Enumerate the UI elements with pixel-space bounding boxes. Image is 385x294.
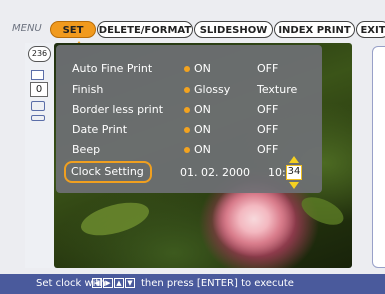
radio-selected-icon (184, 107, 190, 113)
radio-selected-icon (184, 147, 190, 153)
setting-label-border-less-print: Border less print (72, 103, 164, 116)
paper-icon (31, 70, 44, 80)
option-beep-on[interactable]: ON (194, 142, 211, 158)
tab-slideshow[interactable]: SLIDESHOW (194, 21, 273, 38)
clock-minute-field[interactable]: 34 (286, 165, 302, 180)
camera-icon (31, 101, 45, 111)
decrement-arrow-icon[interactable] (289, 182, 299, 189)
help-suffix: then press [ENTER] to execute (141, 278, 294, 289)
image-count-badge: 236 (28, 46, 51, 62)
option-beep-off[interactable]: OFF (257, 142, 278, 158)
option-finish-texture[interactable]: Texture (257, 82, 297, 98)
tab-exit[interactable]: EXIT (356, 21, 385, 38)
tab-delete-format[interactable]: DELETE/FORMAT (97, 21, 193, 38)
left-arrow-icon: ◀ (92, 278, 102, 288)
right-arrow-icon: ▶ (103, 278, 113, 288)
menu-label: MENU (12, 23, 42, 34)
key-icon (31, 115, 45, 121)
clock-hour-value[interactable]: 10: (268, 165, 286, 181)
arrow-keys-hint: ◀ ▶ ▲ ▼ (92, 278, 135, 289)
down-arrow-icon: ▼ (125, 278, 135, 288)
option-border-less-print-off[interactable]: OFF (257, 102, 278, 118)
option-border-less-print-on[interactable]: ON (194, 102, 211, 118)
increment-arrow-icon[interactable] (289, 156, 299, 163)
clock-date-value[interactable]: 01. 02. 2000 (180, 165, 250, 181)
setting-label-beep: Beep (72, 143, 101, 156)
option-auto-fine-print-off[interactable]: OFF (257, 61, 278, 77)
option-date-print-on[interactable]: ON (194, 122, 211, 138)
clock-setting-label: Clock Setting (71, 165, 144, 178)
tab-set[interactable]: SET (50, 21, 96, 38)
help-bar: Set clock with ◀ ▶ ▲ ▼ then press [ENTER… (0, 274, 385, 294)
radio-selected-icon (184, 66, 190, 72)
option-finish-glossy[interactable]: Glossy (194, 82, 230, 98)
setting-label-finish: Finish (72, 83, 104, 96)
side-panel (372, 46, 385, 268)
radio-selected-icon (184, 87, 190, 93)
option-auto-fine-print-on[interactable]: ON (194, 61, 211, 77)
tab-index-print[interactable]: INDEX PRINT (274, 21, 355, 38)
setting-label-date-print: Date Print (72, 123, 128, 136)
up-arrow-icon: ▲ (114, 278, 124, 288)
setting-label-auto-fine-print: Auto Fine Print (72, 62, 153, 75)
option-date-print-off[interactable]: OFF (257, 122, 278, 138)
copies-count: 0 (30, 82, 48, 97)
radio-selected-icon (184, 127, 190, 133)
